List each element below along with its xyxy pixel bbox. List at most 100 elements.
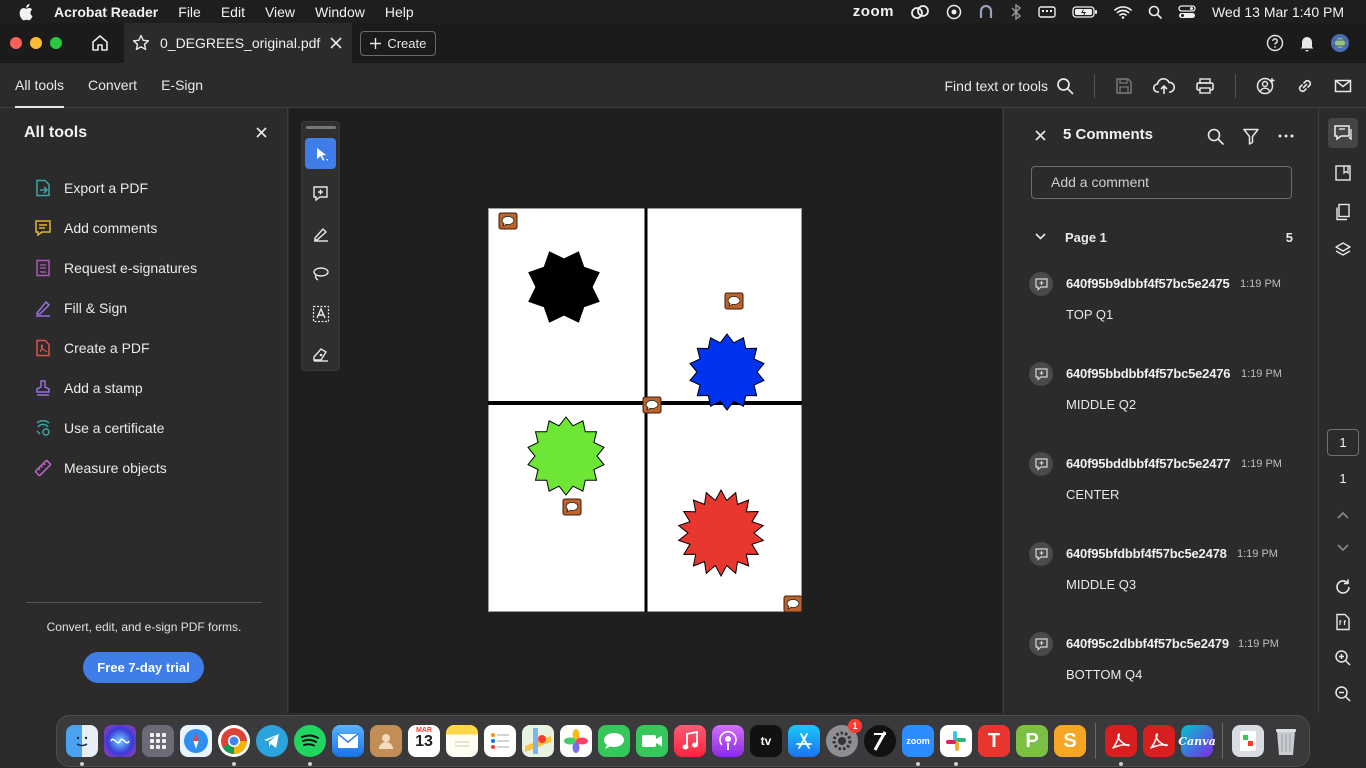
menu-file[interactable]: File [178,4,201,20]
dock-acrobat[interactable] [1143,725,1175,757]
bluetooth-icon[interactable] [1010,3,1022,20]
dock-slack[interactable] [940,725,972,766]
drag-handle[interactable] [306,126,336,129]
star-icon[interactable] [132,34,150,52]
dock-apple-tv[interactable]: tv [750,725,782,757]
dock-reminders[interactable] [484,725,516,757]
minimize-window-button[interactable] [30,37,42,49]
comment-note-icon[interactable] [562,498,582,516]
previous-page-button[interactable] [1328,500,1358,530]
wifi-icon[interactable] [1114,5,1132,19]
control-center-icon[interactable] [1178,4,1196,19]
chevron-down-icon[interactable] [1035,233,1046,240]
text-tool-button[interactable] [305,298,336,329]
tab-e-sign[interactable]: E-Sign [161,63,203,108]
tool-fill-sign[interactable]: Fill & Sign [34,288,197,328]
link-icon[interactable] [1296,77,1314,95]
comment-item[interactable]: 640f95bbdbbf4f57bc5e2476 1:19 PM MIDDLE … [1029,360,1299,430]
layers-rail-button[interactable] [1328,235,1358,265]
search-comments-icon[interactable] [1207,128,1224,145]
dock-app-s[interactable]: S [1054,725,1086,757]
highlight-tool-button[interactable] [305,218,336,249]
tool-create-pdf[interactable]: Create a PDF [34,328,197,368]
dock-zoom[interactable]: zoom [902,725,934,766]
tab-convert[interactable]: Convert [88,63,137,108]
pdf-page[interactable] [488,208,802,612]
zoom-in-button[interactable] [1328,643,1358,673]
tool-request-e-signatures[interactable]: Request e-signatures [34,248,197,288]
help-icon[interactable] [1266,34,1284,52]
record-icon[interactable] [946,4,962,20]
search-icon[interactable] [1056,77,1074,95]
menu-window[interactable]: Window [315,4,365,20]
zoom-out-button[interactable] [1328,679,1358,709]
sign-tool-button[interactable] [305,338,336,369]
dock-cursor-app[interactable] [864,725,896,757]
select-tool-button[interactable] [305,138,336,169]
dock-siri[interactable] [104,725,136,757]
add-comment-input[interactable]: Add a comment [1031,166,1292,199]
dock-messages[interactable] [598,725,630,757]
free-trial-button[interactable]: Free 7-day trial [83,652,204,683]
create-button[interactable]: Create [360,30,437,56]
dock-app-p[interactable]: P [1016,725,1048,757]
comment-item[interactable]: 640f95b9dbbf4f57bc5e2475 1:19 PM TOP Q1 [1029,270,1299,340]
dock-calendar[interactable]: MAR 13 [408,725,440,757]
dock-finder[interactable] [66,725,98,766]
dock-acrobat-reader[interactable] [1105,725,1137,766]
dock-facetime[interactable] [636,725,668,757]
menu-view[interactable]: View [265,4,295,20]
creative-cloud-icon[interactable] [910,4,930,20]
comment-note-icon[interactable] [724,292,744,310]
comment-item[interactable]: 640f95bfdbbf4f57bc5e2478 1:19 PM MIDDLE … [1029,540,1299,610]
print-icon[interactable] [1195,77,1215,95]
menubar-clock[interactable]: Wed 13 Mar 1:40 PM [1212,4,1344,20]
menu-edit[interactable]: Edit [221,4,245,20]
dock-music[interactable] [674,725,706,757]
dock-system-settings[interactable]: 1 [826,719,862,757]
dock-spotify[interactable] [294,725,326,766]
tool-add-stamp[interactable]: Add a stamp [34,368,197,408]
dock-launchpad[interactable] [142,725,174,757]
arc-icon[interactable] [978,4,994,20]
dock-contacts[interactable] [370,725,402,757]
dock-canva[interactable]: Canva [1178,725,1216,757]
battery-icon[interactable] [1072,5,1098,19]
close-window-button[interactable] [10,37,22,49]
close-panel-icon[interactable] [256,127,267,138]
dock-trash[interactable] [1270,725,1302,757]
dock-mail[interactable] [332,725,364,757]
more-options-icon[interactable] [1278,134,1294,138]
add-comment-tool-button[interactable] [305,178,336,209]
dock-chrome[interactable] [218,725,250,766]
close-comments-icon[interactable] [1035,130,1046,141]
email-icon[interactable] [1334,78,1352,94]
dock-notes[interactable] [446,725,478,757]
tool-measure-objects[interactable]: Measure objects [34,448,197,488]
draw-tool-button[interactable] [305,258,336,289]
home-icon[interactable] [90,33,110,53]
current-page-input[interactable]: 1 [1327,429,1359,456]
find-text-or-tools[interactable]: Find text or tools [945,78,1049,94]
tool-use-certificate[interactable]: Use a certificate [34,408,197,448]
filter-icon[interactable] [1243,128,1259,145]
user-avatar-icon[interactable] [1330,33,1350,53]
document-tab[interactable]: 0_DEGREES_original.pdf [124,23,353,63]
comments-rail-button[interactable] [1328,118,1358,148]
comment-item[interactable]: 640f95bddbbf4f57bc5e2477 1:19 PM CENTER [1029,450,1299,520]
dock-photos[interactable] [560,725,592,757]
comment-note-icon[interactable] [642,396,662,414]
share-user-icon[interactable] [1256,77,1276,95]
tool-add-comments[interactable]: Add comments [34,208,197,248]
rotate-button[interactable] [1328,572,1358,602]
save-icon[interactable] [1115,77,1133,95]
tool-export-pdf[interactable]: Export a PDF [34,168,197,208]
pages-rail-button[interactable] [1328,197,1358,227]
dock-safari[interactable] [180,725,212,757]
document-viewer[interactable] [289,108,1002,713]
dock-podcasts[interactable] [712,725,744,757]
dock-downloads-folder[interactable] [1232,725,1264,757]
dock-app-store[interactable] [788,725,820,757]
apple-icon[interactable] [18,3,36,21]
page-group-header[interactable]: Page 1 5 [1031,228,1293,248]
